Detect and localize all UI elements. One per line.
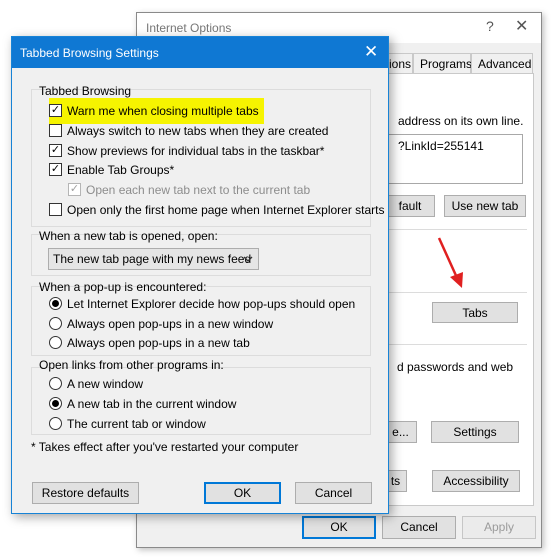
dialog-titlebar: Tabbed Browsing Settings ✕ bbox=[12, 37, 388, 68]
passwords-text: d passwords and web bbox=[397, 360, 514, 374]
radio-label: Always open pop-ups in a new tab bbox=[67, 336, 250, 350]
io-apply-button[interactable]: Apply bbox=[462, 516, 536, 539]
chevron-down-icon bbox=[243, 256, 253, 262]
use-default-button[interactable]: fault bbox=[385, 195, 435, 217]
tab-advanced[interactable]: Advanced bbox=[471, 53, 533, 74]
checkbox-label: Show previews for individual tabs in the… bbox=[67, 144, 325, 158]
red-arrow-icon bbox=[437, 237, 463, 288]
restore-defaults-button[interactable]: Restore defaults bbox=[32, 482, 139, 504]
checkbox-label: Enable Tab Groups* bbox=[67, 163, 175, 177]
radio-label: Let Internet Explorer decide how pop-ups… bbox=[67, 297, 356, 311]
io-window-title: Internet Options bbox=[146, 21, 232, 35]
checkbox-box[interactable]: ✓ bbox=[49, 144, 62, 157]
restart-footnote: * Takes effect after you've restarted yo… bbox=[31, 440, 299, 454]
radio-circle[interactable] bbox=[49, 417, 62, 430]
divider bbox=[387, 292, 527, 293]
home-page-url: ?LinkId=255141 bbox=[398, 139, 484, 153]
radio-circle[interactable] bbox=[49, 377, 62, 390]
radio-label: A new tab in the current window bbox=[67, 397, 237, 411]
radio-label: Always open pop-ups in a new window bbox=[67, 317, 274, 331]
use-new-tab-button[interactable]: Use new tab bbox=[444, 195, 526, 217]
checkbox-label: Warn me when closing multiple tabs bbox=[67, 104, 259, 118]
radio-circle[interactable] bbox=[49, 317, 62, 330]
checkbox-box[interactable]: ✓ bbox=[49, 104, 62, 117]
close-icon[interactable]: ✕ bbox=[364, 42, 378, 62]
new-tab-dropdown[interactable]: The new tab page with my news feed bbox=[48, 248, 259, 270]
checkbox-box[interactable] bbox=[49, 203, 62, 216]
dropdown-value: The new tab page with my news feed bbox=[53, 252, 252, 266]
checkbox-label: Open each new tab next to the current ta… bbox=[86, 183, 311, 197]
tab-programs[interactable]: Programs bbox=[413, 53, 472, 74]
radio-label: The current tab or window bbox=[67, 417, 206, 431]
radio-label: A new window bbox=[67, 377, 144, 391]
home-page-instructions: address on its own line. bbox=[398, 114, 524, 128]
dialog-cancel-button[interactable]: Cancel bbox=[295, 482, 372, 504]
popup-group-label: When a pop-up is encountered: bbox=[39, 280, 207, 294]
io-cancel-button[interactable]: Cancel bbox=[382, 516, 456, 539]
tabs-button[interactable]: Tabs bbox=[432, 302, 518, 323]
languages-button[interactable]: e... bbox=[385, 421, 417, 443]
radio-circle[interactable] bbox=[49, 336, 62, 349]
settings-button[interactable]: Settings bbox=[431, 421, 519, 443]
accessibility-button[interactable]: Accessibility bbox=[432, 470, 520, 492]
divider bbox=[387, 229, 527, 230]
home-page-textbox[interactable]: ?LinkId=255141 bbox=[385, 134, 523, 184]
radio-circle[interactable] bbox=[49, 297, 62, 310]
checkbox-box[interactable]: ✓ bbox=[49, 163, 62, 176]
open-links-group-label: Open links from other programs in: bbox=[39, 358, 224, 372]
dialog-title: Tabbed Browsing Settings bbox=[20, 46, 159, 60]
io-ok-button[interactable]: OK bbox=[302, 516, 376, 539]
radio-circle[interactable] bbox=[49, 397, 62, 410]
checkbox-label: Always switch to new tabs when they are … bbox=[67, 124, 329, 138]
tabbed-browsing-group-label: Tabbed Browsing bbox=[39, 84, 132, 98]
divider bbox=[387, 344, 527, 345]
checkbox-label: Open only the first home page when Inter… bbox=[67, 203, 385, 217]
close-icon[interactable]: ✕ bbox=[515, 16, 528, 36]
dialog-ok-button[interactable]: OK bbox=[204, 482, 281, 504]
help-icon[interactable]: ? bbox=[486, 18, 494, 34]
new-tab-group-label: When a new tab is opened, open: bbox=[39, 229, 218, 243]
checkbox-box[interactable] bbox=[49, 124, 62, 137]
checkbox-box: ✓ bbox=[68, 183, 81, 196]
tabbed-browsing-settings-dialog: Tabbed Browsing Settings ✕ Tabbed Browsi… bbox=[11, 36, 389, 514]
